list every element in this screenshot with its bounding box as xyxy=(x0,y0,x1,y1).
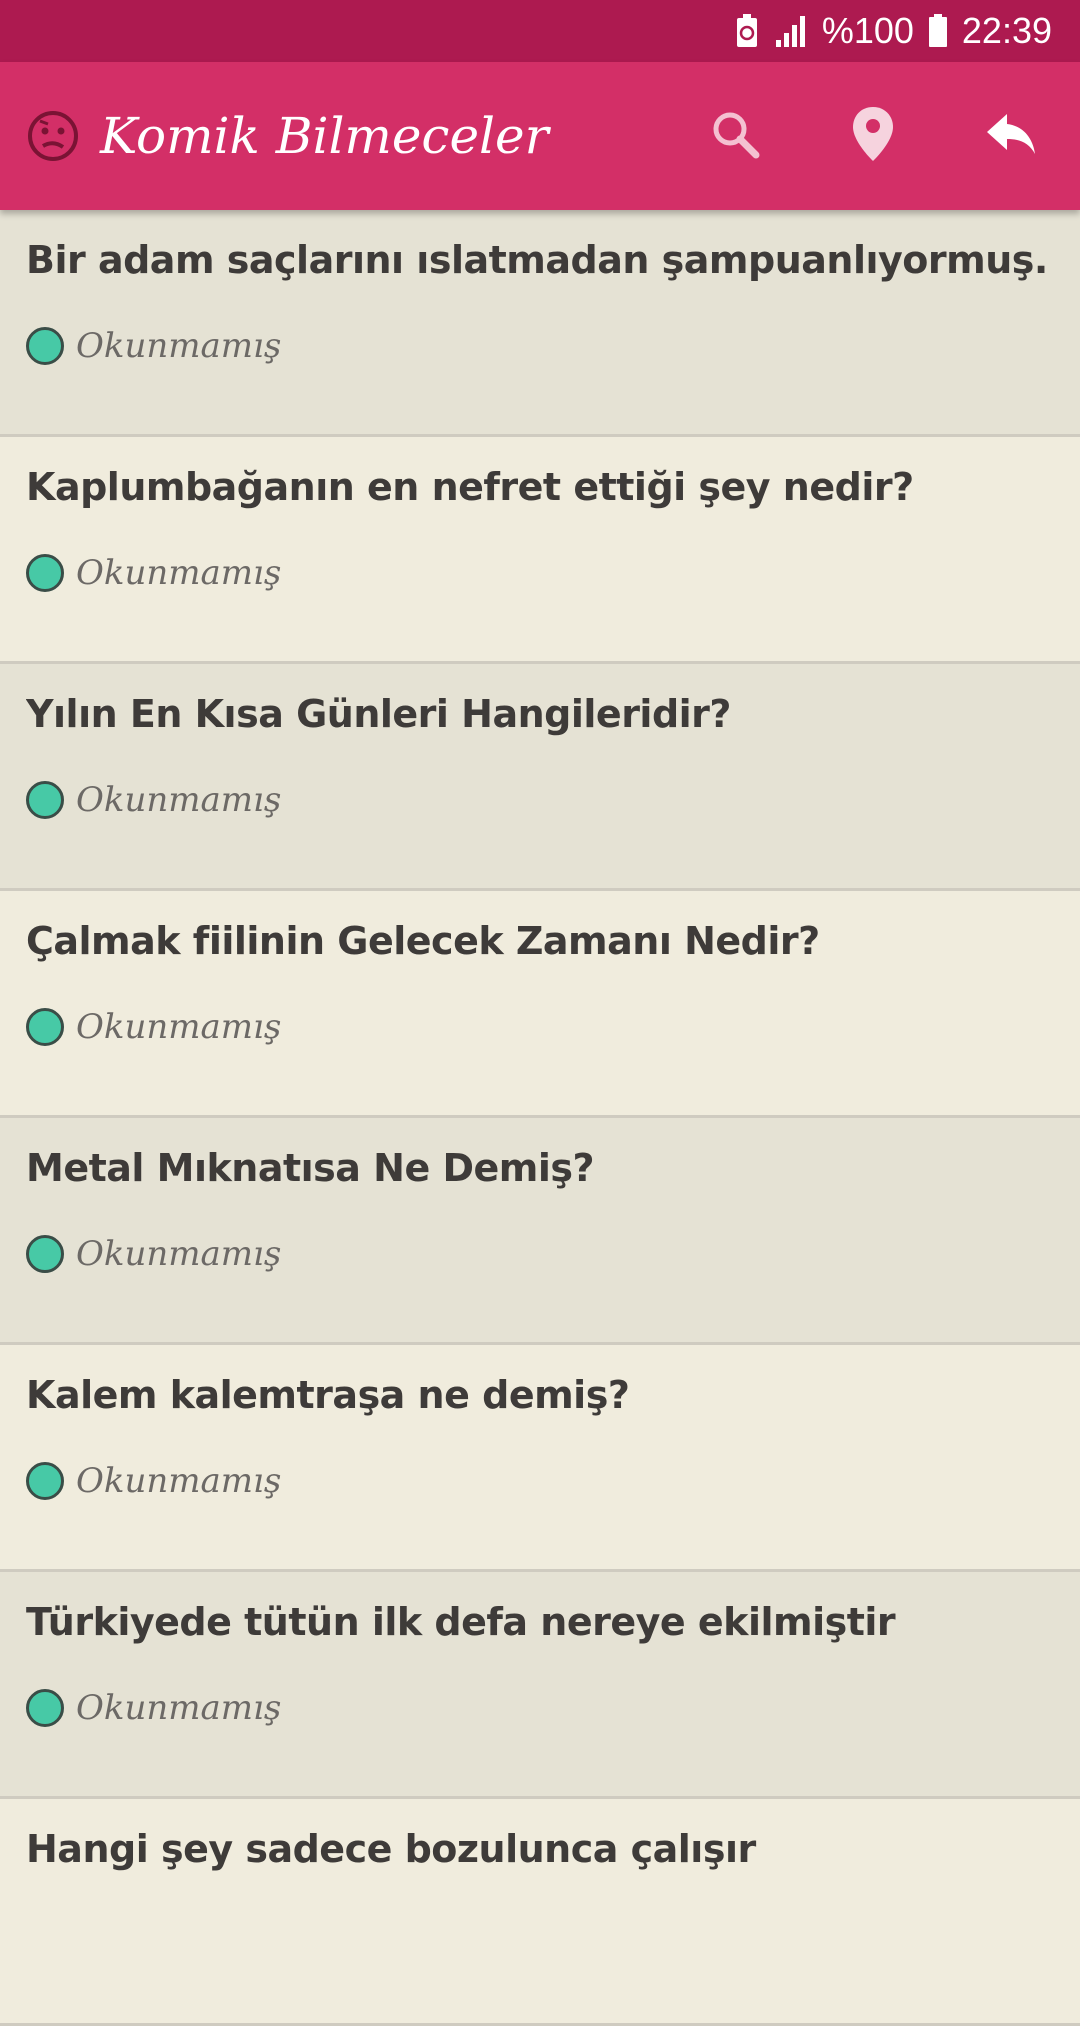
list-item[interactable]: Çalmak fiilinin Gelecek Zamanı Nedir? Ok… xyxy=(0,891,1080,1118)
confused-face-icon xyxy=(26,107,84,165)
list-item[interactable]: Metal Mıknatısa Ne Demiş? Okunmamış xyxy=(0,1118,1080,1345)
riddle-question: Hangi şey sadece bozulunca çalışır xyxy=(26,1827,756,1871)
status-dot-icon xyxy=(26,1008,64,1046)
status-dot-icon xyxy=(26,1689,64,1727)
riddle-question: Kalem kalemtraşa ne demiş? xyxy=(26,1373,630,1417)
search-icon xyxy=(710,109,760,163)
app-bar: Komik Bilmeceler xyxy=(0,62,1080,210)
riddle-question: Yılın En Kısa Günleri Hangileridir? xyxy=(26,692,731,736)
status-dot-icon xyxy=(26,327,64,365)
read-status: Okunmamış xyxy=(26,326,1054,366)
app-title: Komik Bilmeceler xyxy=(100,107,549,165)
status-dot-icon xyxy=(26,1462,64,1500)
list-item[interactable]: Kaplumbağanın en nefret ettiği şey nedir… xyxy=(0,437,1080,664)
signal-icon xyxy=(774,14,808,48)
riddle-question: Çalmak fiilinin Gelecek Zamanı Nedir? xyxy=(26,919,820,963)
location-pin-icon xyxy=(851,105,895,167)
list-item[interactable]: Hangi şey sadece bozulunca çalışır xyxy=(0,1799,1080,2026)
riddle-question: Bir adam saçlarını ıslatmadan şampuanlıy… xyxy=(26,238,1054,282)
list-item[interactable]: Bir adam saçlarını ıslatmadan şampuanlıy… xyxy=(0,210,1080,437)
read-status: Okunmamış xyxy=(26,1461,1054,1501)
battery-saver-icon xyxy=(734,13,760,49)
riddle-question: Türkiyede tütün ilk defa nereye ekilmişt… xyxy=(26,1600,896,1644)
read-status: Okunmamış xyxy=(26,1688,1054,1728)
status-dot-icon xyxy=(26,554,64,592)
status-label: Okunmamış xyxy=(76,326,282,366)
riddle-question: Kaplumbağanın en nefret ettiği şey nedir… xyxy=(26,465,914,509)
status-label: Okunmamış xyxy=(76,1688,282,1728)
list-item[interactable]: Kalem kalemtraşa ne demiş? Okunmamış xyxy=(0,1345,1080,1572)
read-status: Okunmamış xyxy=(26,553,1054,593)
status-label: Okunmamış xyxy=(76,553,282,593)
status-bar: %100 22:39 xyxy=(0,0,1080,62)
search-button[interactable] xyxy=(666,62,804,210)
status-label: Okunmamış xyxy=(76,780,282,820)
read-status: Okunmamış xyxy=(26,1007,1054,1047)
riddle-question: Metal Mıknatısa Ne Demiş? xyxy=(26,1146,595,1190)
battery-icon xyxy=(928,14,948,48)
location-button[interactable] xyxy=(804,62,942,210)
clock: 22:39 xyxy=(961,10,1052,51)
read-status: Okunmamış xyxy=(26,780,1054,820)
battery-percent: %100 xyxy=(821,10,914,51)
riddle-list: Bir adam saçlarını ıslatmadan şampuanlıy… xyxy=(0,210,1080,2026)
status-label: Okunmamış xyxy=(76,1234,282,1274)
status-label: Okunmamış xyxy=(76,1461,282,1501)
list-item[interactable]: Yılın En Kısa Günleri Hangileridir? Okun… xyxy=(0,664,1080,891)
read-status: Okunmamış xyxy=(26,1234,1054,1274)
list-item[interactable]: Türkiyede tütün ilk defa nereye ekilmişt… xyxy=(0,1572,1080,1799)
back-button[interactable] xyxy=(942,62,1080,210)
status-label: Okunmamış xyxy=(76,1007,282,1047)
status-dot-icon xyxy=(26,1235,64,1273)
reply-icon xyxy=(985,112,1037,160)
status-dot-icon xyxy=(26,781,64,819)
